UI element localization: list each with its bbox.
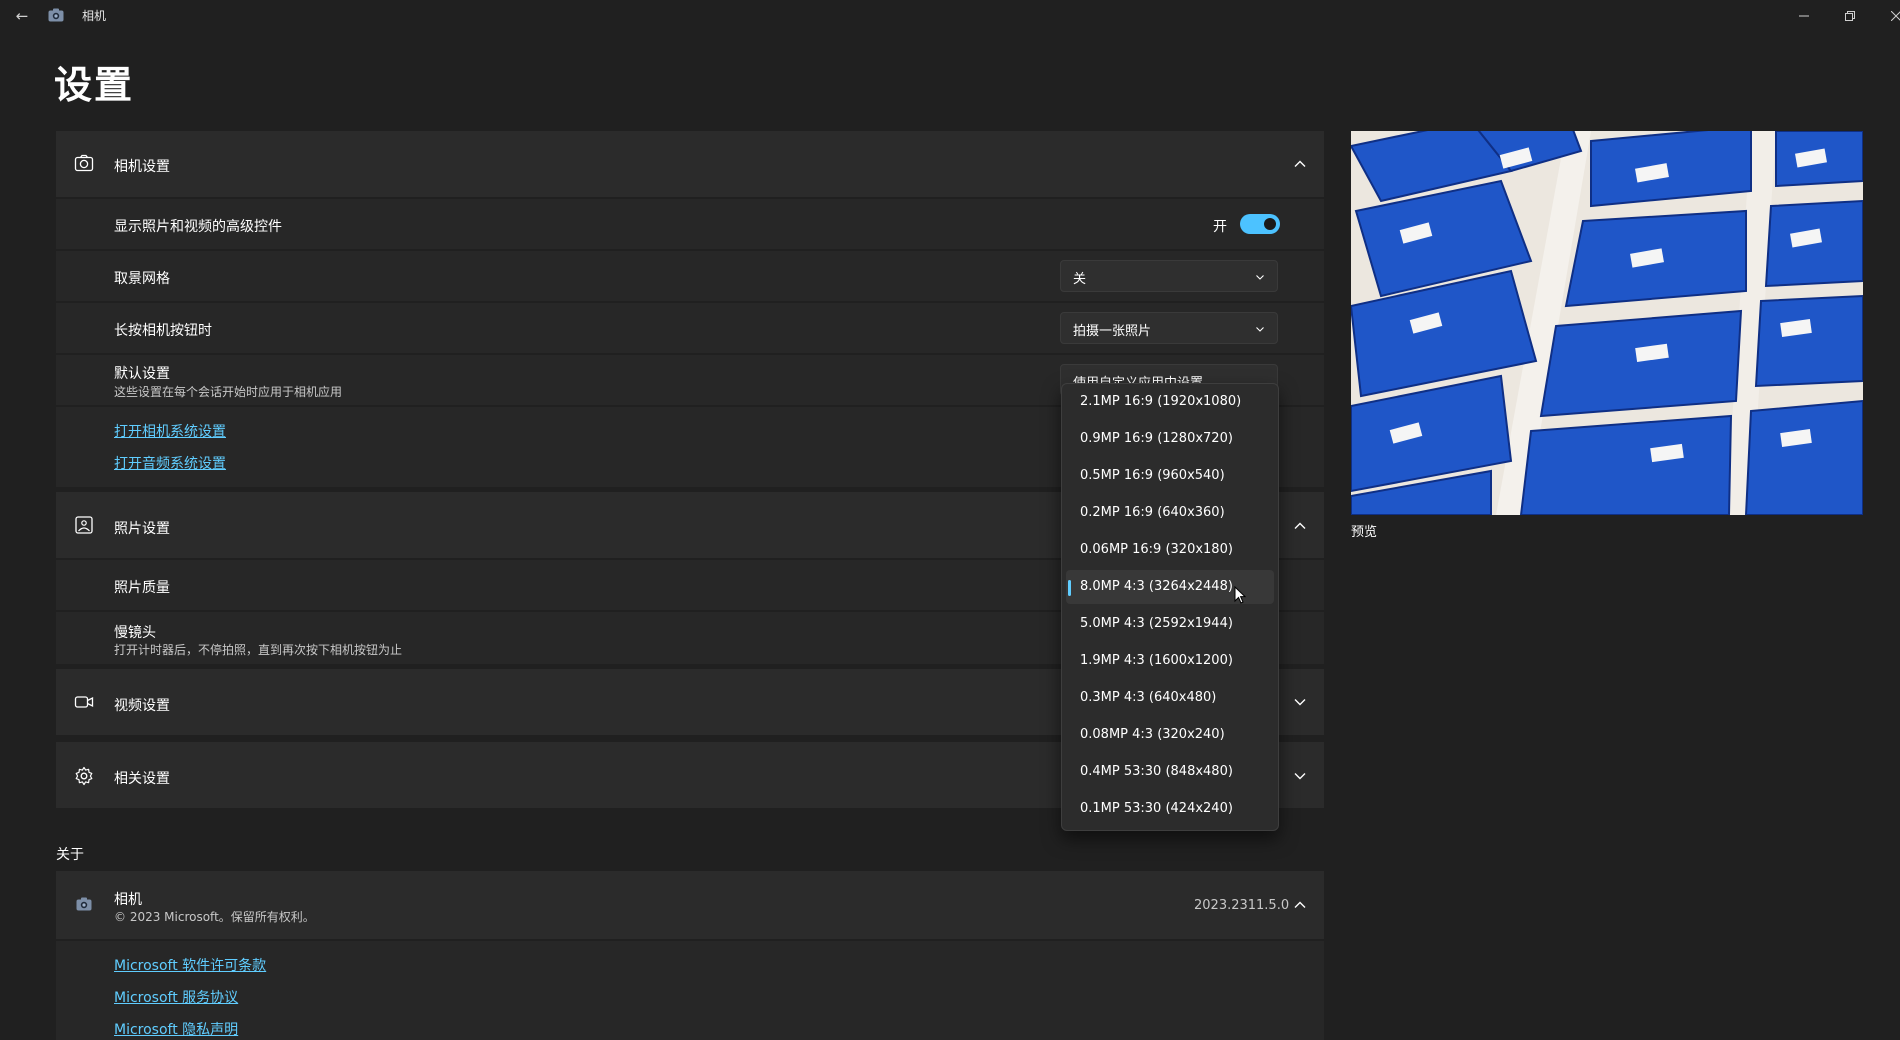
about-app-header[interactable] xyxy=(56,871,1324,939)
framing-grid-label: 取景网格 xyxy=(114,271,170,287)
dropdown-option[interactable]: 0.1MP 53:30 (424x240) xyxy=(1066,792,1274,826)
camera-settings-header[interactable] xyxy=(56,131,1324,197)
framing-grid-combobox[interactable]: 关 xyxy=(1060,260,1278,292)
hold-button-combobox[interactable]: 拍摄一张照片 xyxy=(1060,312,1278,344)
dropdown-option[interactable]: 0.9MP 16:9 (1280x720) xyxy=(1066,422,1274,456)
restore-icon xyxy=(1845,11,1855,21)
dropdown-option-label: 5.0MP 4:3 (2592x1944) xyxy=(1080,616,1233,631)
dropdown-option[interactable]: 0.5MP 16:9 (960x540) xyxy=(1066,459,1274,493)
related-settings-title: 相关设置 xyxy=(114,771,170,787)
time-lapse-description: 打开计时器后，不停拍照，直到再次按下相机按钮为止 xyxy=(114,643,403,657)
hold-button-value: 拍摄一张照片 xyxy=(1073,324,1152,339)
dropdown-option-label: 0.06MP 16:9 (320x180) xyxy=(1080,542,1233,557)
title-bar: ← 相机 xyxy=(0,0,1900,32)
time-lapse-label: 慢镜头 xyxy=(114,625,156,641)
minimize-button[interactable] xyxy=(1781,0,1827,32)
gear-icon xyxy=(75,766,93,786)
dropdown-option-label: 8.0MP 4:3 (3264x2448) xyxy=(1080,579,1233,594)
chevron-up-icon[interactable] xyxy=(1293,519,1307,533)
photo-quality-label: 照片质量 xyxy=(114,580,170,596)
close-button[interactable] xyxy=(1873,0,1900,32)
camera-icon xyxy=(74,154,94,172)
dropdown-option[interactable]: 2.1MP 16:9 (1920x1080) xyxy=(1066,385,1274,419)
dropdown-option[interactable]: 1.9MP 4:3 (1600x1200) xyxy=(1066,644,1274,678)
camera-app-icon xyxy=(48,8,64,22)
dropdown-option[interactable]: 0.4MP 53:30 (848x480) xyxy=(1066,755,1274,789)
chevron-down-icon[interactable] xyxy=(1293,695,1307,709)
dropdown-option[interactable]: 0.3MP 4:3 (640x480) xyxy=(1066,681,1274,715)
dropdown-option-label: 0.3MP 4:3 (640x480) xyxy=(1080,690,1217,705)
chevron-down-icon xyxy=(1256,275,1264,280)
page-title: 设置 xyxy=(54,63,135,107)
about-copyright: © 2023 Microsoft。保留所有权利。 xyxy=(114,910,315,924)
service-agreement-link[interactable]: Microsoft 服务协议 xyxy=(114,987,238,1007)
chevron-down-icon[interactable] xyxy=(1293,769,1307,783)
dropdown-option-label: 1.9MP 4:3 (1600x1200) xyxy=(1080,653,1233,668)
mouse-cursor-icon xyxy=(1234,586,1246,604)
about-app-name: 相机 xyxy=(114,892,142,908)
privacy-statement-link[interactable]: Microsoft 隐私声明 xyxy=(114,1019,238,1039)
framing-grid-value: 关 xyxy=(1073,272,1087,287)
defaults-description: 这些设置在每个会话开始时应用于相机应用 xyxy=(114,385,343,399)
preview-label: 预览 xyxy=(1351,525,1378,540)
license-terms-link[interactable]: Microsoft 软件许可条款 xyxy=(114,955,266,975)
minimize-icon xyxy=(1799,15,1809,17)
toggle-state-label: 开 xyxy=(1213,219,1227,235)
chevron-up-icon[interactable] xyxy=(1293,157,1307,171)
advanced-controls-toggle[interactable] xyxy=(1240,214,1280,234)
dropdown-option-label: 0.1MP 53:30 (424x240) xyxy=(1080,801,1233,816)
preview-image xyxy=(1351,131,1863,515)
app-version: 2023.2311.5.0 xyxy=(1194,898,1290,913)
selection-indicator xyxy=(1068,580,1071,596)
defaults-label: 默认设置 xyxy=(114,366,170,382)
video-settings-title: 视频设置 xyxy=(114,698,170,714)
camera-app-icon xyxy=(76,897,92,911)
toggle-knob xyxy=(1264,218,1276,230)
dropdown-option-label: 0.2MP 16:9 (640x360) xyxy=(1080,505,1225,520)
dropdown-option-label: 0.5MP 16:9 (960x540) xyxy=(1080,468,1225,483)
camera-settings-title: 相机设置 xyxy=(114,159,170,175)
chevron-up-icon[interactable] xyxy=(1293,898,1307,912)
close-icon xyxy=(1891,11,1900,21)
chevron-down-icon xyxy=(1256,327,1264,332)
dropdown-option[interactable]: 0.08MP 4:3 (320x240) xyxy=(1066,718,1274,752)
restore-button[interactable] xyxy=(1827,0,1873,32)
about-heading: 关于 xyxy=(56,847,84,863)
dropdown-option-label: 0.9MP 16:9 (1280x720) xyxy=(1080,431,1233,446)
camera-preview xyxy=(1351,131,1863,515)
photo-quality-dropdown: 2.1MP 16:9 (1920x1080) 0.9MP 16:9 (1280x… xyxy=(1061,383,1279,831)
open-audio-system-settings-link[interactable]: 打开音频系统设置 xyxy=(114,453,226,473)
dropdown-option[interactable]: 0.2MP 16:9 (640x360) xyxy=(1066,496,1274,530)
back-arrow-icon[interactable]: ← xyxy=(12,6,32,26)
dropdown-option[interactable]: 0.06MP 16:9 (320x180) xyxy=(1066,533,1274,567)
hold-button-label: 长按相机按钮时 xyxy=(114,323,212,339)
advanced-controls-label: 显示照片和视频的高级控件 xyxy=(114,219,282,235)
open-camera-system-settings-link[interactable]: 打开相机系统设置 xyxy=(114,421,226,441)
photo-settings-title: 照片设置 xyxy=(114,521,170,537)
window-title: 相机 xyxy=(82,9,107,23)
dropdown-option[interactable]: 5.0MP 4:3 (2592x1944) xyxy=(1066,607,1274,641)
dropdown-option-label: 2.1MP 16:9 (1920x1080) xyxy=(1080,394,1242,409)
dropdown-option-label: 0.08MP 4:3 (320x240) xyxy=(1080,727,1225,742)
photo-icon xyxy=(75,516,93,534)
dropdown-option-label: 0.4MP 53:30 (848x480) xyxy=(1080,764,1233,779)
video-camera-icon xyxy=(74,696,94,708)
